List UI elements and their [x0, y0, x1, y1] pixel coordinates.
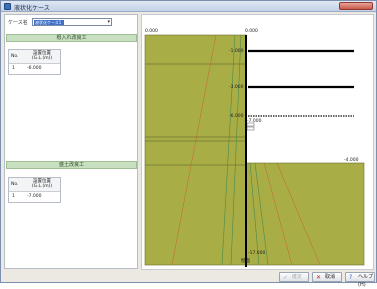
close-icon: ✕: [316, 274, 322, 281]
row-no: 1: [12, 194, 15, 199]
upper-section-header: 根入れ改良工: [6, 34, 137, 42]
help-icon: ?: [349, 274, 353, 281]
level-label: -3.000: [229, 84, 244, 90]
button-bar: ✓ 確定 ✕ 取消 ? ヘルプ(H): [1, 271, 376, 288]
level-label: -6.000: [229, 113, 244, 119]
chevron-down-icon: ▾: [107, 19, 110, 25]
close-button[interactable]: [339, 2, 373, 10]
lower-grid-header: No. 設置位置 (G.L.(m)): [9, 178, 60, 192]
col-position: 設置位置 (G.L.(m)): [25, 51, 59, 61]
col-no: No.: [11, 54, 19, 59]
lower-section-header: 盛土改良工: [6, 161, 137, 169]
cancel-label: 取消: [325, 274, 336, 280]
window: 液状化ケース ケース名 液状化ケース1 ▾ 根入れ改良工 No. 設置位置 (G…: [0, 0, 377, 288]
case-row: ケース名 液状化ケース1 ▾: [7, 17, 137, 27]
col-no: No.: [11, 182, 19, 187]
confirm-button[interactable]: ✓ 確定: [279, 272, 309, 282]
top-mid-label: 0.000: [245, 28, 258, 34]
top-left-label: 0.000: [145, 28, 158, 34]
col-position: 設置位置 (G.L.(m)): [25, 179, 59, 189]
level-label: -7.000: [247, 118, 262, 124]
table-row[interactable]: 1 -6.000: [9, 64, 60, 74]
case-select-value: 液状化ケース1: [34, 20, 64, 25]
case-select[interactable]: 液状化ケース1 ▾: [32, 18, 112, 26]
left-panel: ケース名 液状化ケース1 ▾ 根入れ改良工 No. 設置位置 (G.L.(m))…: [4, 14, 138, 269]
row-value[interactable]: -7.000: [27, 194, 42, 199]
window-title: 液状化ケース: [14, 5, 50, 12]
app-icon: [4, 3, 11, 10]
right-ground-label: -4.000: [344, 157, 359, 163]
row-value[interactable]: -6.000: [27, 66, 42, 71]
help-label: ヘルプ(H): [358, 274, 374, 288]
upper-grid-header: No. 設置位置 (G.L.(m)): [9, 50, 60, 64]
bottom-label: -17.000: [248, 250, 266, 256]
check-icon: ✓: [283, 274, 289, 281]
table-row[interactable]: 1 -7.000: [9, 192, 60, 202]
wall-label: 壁面: [241, 257, 250, 264]
left-soil-block: [144, 34, 247, 266]
section-diagram: 0.000 0.000 -1.000 -3.000 -6.000 -7.000 …: [144, 28, 365, 267]
cancel-button[interactable]: ✕ 取消: [312, 272, 342, 282]
level-label: -1.000: [229, 48, 244, 54]
case-label: ケース名: [8, 20, 28, 26]
row-no: 1: [12, 66, 15, 71]
right-soil-block: [245, 162, 365, 266]
col-position-unit: (G.L.(m)): [31, 56, 53, 61]
lower-grid: No. 設置位置 (G.L.(m)) 1 -7.000: [8, 177, 61, 203]
help-button[interactable]: ? ヘルプ(H): [345, 272, 375, 288]
col-position-unit: (G.L.(m)): [31, 184, 53, 189]
confirm-label: 確定: [292, 274, 303, 280]
upper-grid: No. 設置位置 (G.L.(m)) 1 -6.000: [8, 49, 61, 75]
diagram-canvas: 0.000 0.000 -1.000 -3.000 -6.000 -7.000 …: [141, 14, 374, 270]
title-bar[interactable]: 液状化ケース: [1, 1, 376, 12]
